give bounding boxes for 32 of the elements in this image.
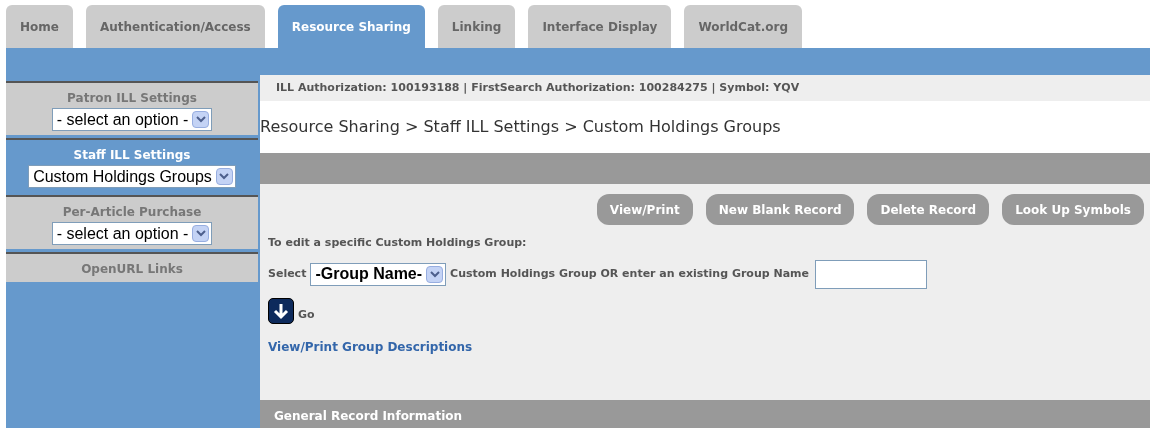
section-header: General Record Information (260, 400, 1150, 428)
section-title: Per-Article Purchase (62, 204, 202, 221)
action-button[interactable]: Look Up Symbols (1002, 194, 1144, 225)
nav-tab[interactable]: WorldCat.org (684, 5, 803, 48)
breadcrumb: Resource Sharing > Staff ILL Settings > Custom Holdings Groups (260, 116, 782, 138)
down-arrow-icon (273, 301, 289, 320)
dropdown-select[interactable]: Custom Holdings Groups (28, 165, 236, 188)
section-title: Patron ILL Settings (67, 90, 197, 107)
nav-tab[interactable]: Interface Display (528, 5, 672, 48)
go-label: Go (298, 307, 315, 323)
go-button[interactable] (268, 297, 294, 324)
section-title: Staff ILL Settings (73, 147, 191, 164)
dropdown-select[interactable]: - select an option - (51, 108, 213, 131)
action-button[interactable]: View/Print (596, 194, 693, 225)
nav-tab[interactable]: Linking (437, 5, 516, 48)
dropdown-select[interactable]: - select an option - (51, 222, 213, 245)
edit-prompt: To edit a specific Custom Holdings Group: (268, 235, 528, 251)
select-label: Select (268, 265, 307, 282)
sidebar-section[interactable]: Patron ILL Settings - select an option - (6, 81, 258, 135)
dropdown-select[interactable]: -Group Name- (310, 262, 447, 286)
sidebar-section[interactable]: OpenURL Links (6, 252, 258, 282)
authorization-info: ILL Authorization: 100193188 | FirstSearch Authorization: 100284275 | Symbol: YQV (260, 75, 1150, 101)
descriptions-link[interactable]: View/Print Group Descriptions (268, 337, 473, 356)
field-label: Custom Holdings Group OR enter an existing Group Name (450, 265, 809, 282)
nav-tab[interactable]: Home (6, 5, 73, 48)
group-name-field[interactable] (815, 259, 927, 289)
section-title: OpenURL Links (81, 261, 183, 278)
nav-tab[interactable]: Resource Sharing (277, 5, 425, 48)
sidebar-section[interactable]: Per-Article Purchase - select an option - (6, 195, 258, 249)
nav-tab[interactable]: Authentication/Access (85, 5, 265, 48)
action-button[interactable]: Delete Record (867, 194, 990, 225)
action-button[interactable]: New Blank Record (705, 194, 855, 225)
